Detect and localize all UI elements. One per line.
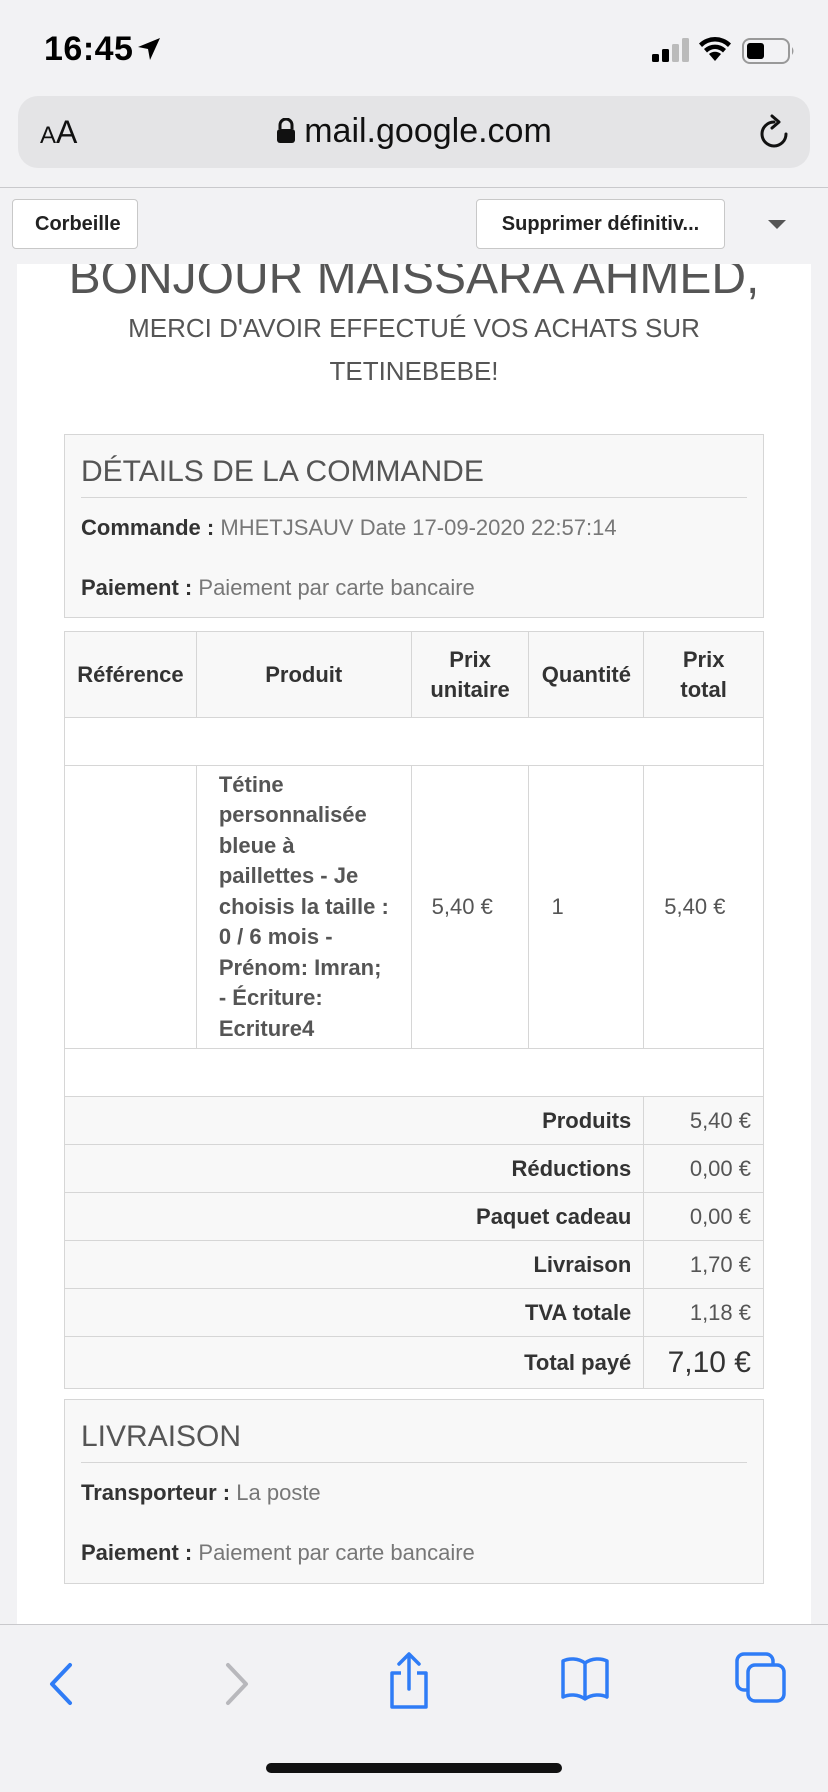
email-content: BONJOUR MAISSARA AHMED, MERCI D'AVOIR EF… [17, 264, 811, 1624]
delivery-title: LIVRAISON [81, 1420, 747, 1463]
totals-label: Total payé [63, 1336, 645, 1389]
totals-value: 5,40 € [643, 1096, 764, 1145]
url-display[interactable]: mail.google.com [18, 112, 810, 151]
bookmarks-icon[interactable] [560, 1655, 610, 1701]
spacer-row [64, 1048, 764, 1097]
header-unit-price-label: Prix unitaire [430, 646, 510, 702]
url-bar[interactable]: AA mail.google.com [18, 96, 810, 168]
totals-label: TVA totale [63, 1288, 645, 1337]
totals-value: 1,18 € [643, 1288, 764, 1337]
forward-icon[interactable] [218, 1659, 254, 1709]
url-text: mail.google.com [304, 112, 552, 150]
header-product: Produit [195, 631, 412, 718]
order-line: Commande : MHETJSAUV Date 17-09-2020 22:… [81, 515, 617, 541]
grand-total-value: 7,10 € [643, 1336, 764, 1389]
totals-label: Produits [63, 1096, 645, 1145]
totals-value: 0,00 € [643, 1144, 764, 1193]
totals-row-vat: TVA totale 1,18 € [63, 1288, 764, 1337]
header-unit-price: Prix unitaire [410, 631, 530, 718]
header-total-price: Prix total [643, 631, 764, 718]
order-table: Référence Produit Prix unitaire Quantité… [63, 631, 764, 1389]
item-reference [64, 765, 197, 1049]
back-icon[interactable] [44, 1659, 80, 1709]
header-reference: Référence [64, 631, 197, 718]
chevron-down-icon[interactable] [768, 220, 786, 229]
totals-value: 0,00 € [643, 1192, 764, 1241]
share-icon[interactable] [386, 1651, 432, 1711]
totals-row-discounts: Réductions 0,00 € [63, 1144, 764, 1193]
payment-line: Paiement : Paiement par carte bancaire [81, 575, 475, 601]
payment-value: Paiement par carte bancaire [198, 575, 475, 600]
delivery-payment-label: Paiement : [81, 1540, 193, 1565]
delete-permanently-button[interactable]: Supprimer définitiv... [476, 199, 725, 249]
order-label: Commande : [81, 515, 215, 540]
status-time: 16:45 [44, 30, 134, 68]
order-value: MHETJSAUV Date 17-09-2020 22:57:14 [220, 515, 617, 540]
item-unit-price: 5,40 € [410, 765, 530, 1049]
wifi-icon [699, 37, 731, 61]
totals-row-grand-total: Total payé 7,10 € [63, 1336, 764, 1389]
totals-row-shipping: Livraison 1,70 € [63, 1240, 764, 1289]
item-total-price: 5,40 € [643, 765, 764, 1049]
trash-back-button[interactable]: Corbeille [12, 199, 138, 249]
lock-icon [277, 118, 296, 143]
delivery-payment-value: Paiement par carte bancaire [198, 1540, 475, 1565]
totals-label: Livraison [63, 1240, 645, 1289]
order-details-title: DÉTAILS DE LA COMMANDE [81, 455, 747, 498]
totals-label: Réductions [63, 1144, 645, 1193]
cellular-signal-icon [652, 38, 689, 62]
item-quantity: 1 [528, 765, 645, 1049]
totals-row-gift-wrap: Paquet cadeau 0,00 € [63, 1192, 764, 1241]
carrier-label: Transporteur : [81, 1480, 231, 1505]
greeting-heading: BONJOUR MAISSARA AHMED, [68, 264, 760, 304]
payment-label: Paiement : [81, 575, 193, 600]
reload-icon[interactable] [756, 112, 792, 152]
item-product: Tétine personnalisée bleue à paillettes … [195, 765, 412, 1049]
status-bar: 16:45 [0, 0, 828, 92]
carrier-value: La poste [236, 1480, 321, 1505]
totals-row-products: Produits 5,40 € [63, 1096, 764, 1145]
table-row: Tétine personnalisée bleue à paillettes … [64, 765, 764, 1049]
header-quantity: Quantité [528, 631, 645, 718]
totals-value: 1,70 € [643, 1240, 764, 1289]
table-header-row: Référence Produit Prix unitaire Quantité… [64, 631, 764, 718]
order-details-box: DÉTAILS DE LA COMMANDE Commande : MHETJS… [64, 434, 764, 618]
carrier-line: Transporteur : La poste [81, 1480, 321, 1506]
thanks-text: MERCI D'AVOIR EFFECTUÉ VOS ACHATS SUR TE… [128, 313, 700, 386]
delivery-box: LIVRAISON Transporteur : La poste Paieme… [64, 1399, 764, 1584]
home-indicator[interactable] [266, 1763, 562, 1773]
location-arrow-icon [138, 38, 160, 60]
gmail-toolbar: Corbeille Supprimer définitiv... [0, 187, 828, 263]
totals-label: Paquet cadeau [63, 1192, 645, 1241]
trash-back-label: Corbeille [35, 213, 121, 235]
delivery-payment-line: Paiement : Paiement par carte bancaire [81, 1540, 475, 1566]
header-total-price-label: Prix total [680, 646, 727, 702]
tabs-icon[interactable] [734, 1651, 788, 1705]
battery-icon [742, 38, 794, 64]
spacer-row [64, 717, 764, 766]
